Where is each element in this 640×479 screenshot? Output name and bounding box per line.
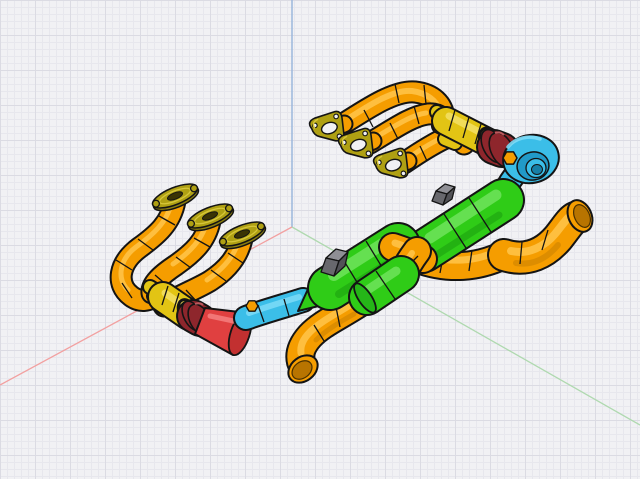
turbo-volute-core [532,165,543,175]
left-bank-header[interactable] [116,179,269,306]
viewport-canvas[interactable] [0,0,640,479]
turbo-hex-nut [503,152,517,164]
world-axes [0,0,640,425]
connector-hex-nut [246,301,258,311]
left-connector-pipe[interactable] [246,297,303,322]
mount-bracket-2[interactable] [432,184,455,205]
cad-viewport[interactable] [0,0,640,479]
